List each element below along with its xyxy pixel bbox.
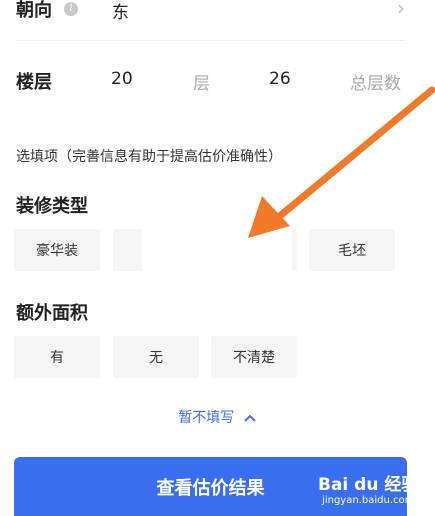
arrow-annotation (248, 86, 435, 238)
